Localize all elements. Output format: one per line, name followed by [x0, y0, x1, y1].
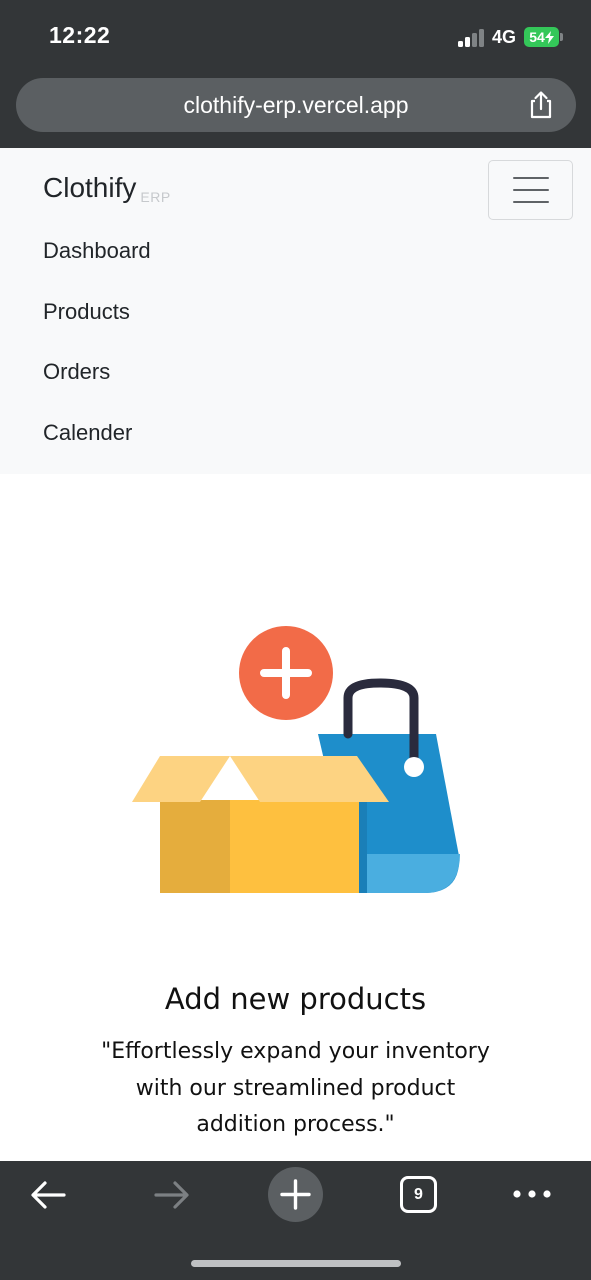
nav-item-orders[interactable]: Orders [43, 354, 110, 390]
back-arrow-icon[interactable] [28, 1177, 68, 1213]
new-tab-button[interactable] [268, 1167, 323, 1222]
cellular-signal-icon [458, 28, 485, 47]
navbar-toggle-button[interactable] [488, 160, 573, 220]
hero-description: "Effortlessly expand your inventory with… [101, 1039, 490, 1137]
nav-item-dashboard[interactable]: Dashboard [43, 233, 151, 269]
share-icon[interactable] [526, 90, 556, 120]
hamburger-icon-bar [513, 189, 549, 191]
battery-level: 54 [529, 29, 545, 45]
plus-icon [280, 1179, 311, 1210]
battery-tip [560, 33, 563, 41]
navbar: Clothify ERP Dashboard Products Orders Ca… [0, 148, 591, 474]
brand-subtitle: ERP [140, 189, 171, 205]
address-bar[interactable]: clothify-erp.vercel.app [16, 78, 576, 132]
hamburger-icon-bar [513, 201, 549, 203]
network-type: 4G [492, 27, 517, 47]
charging-bolt-icon [544, 30, 554, 44]
status-time: 12:22 [49, 22, 111, 48]
more-dots-icon[interactable] [512, 1187, 552, 1201]
hero-title: Add new products [164, 982, 427, 1016]
nav-item-calender[interactable]: Calender [43, 415, 132, 451]
home-indicator[interactable] [191, 1260, 401, 1267]
browser-top-chrome: 12:22 4G 54 clothify-erp.vercel.app [0, 0, 591, 148]
add-product-illustration [132, 626, 460, 893]
hamburger-icon-bar [513, 177, 549, 179]
brand-logo[interactable]: Clothify ERP [43, 172, 171, 205]
forward-arrow-icon[interactable] [152, 1177, 192, 1213]
tabs-button[interactable]: 9 [400, 1176, 437, 1213]
url-text[interactable]: clothify-erp.vercel.app [16, 78, 576, 132]
browser-bottom-toolbar: 9 [0, 1161, 591, 1280]
brand-name[interactable]: Clothify [43, 172, 136, 203]
battery-icon: 54 [524, 27, 559, 47]
nav-item-products[interactable]: Products [43, 294, 130, 330]
